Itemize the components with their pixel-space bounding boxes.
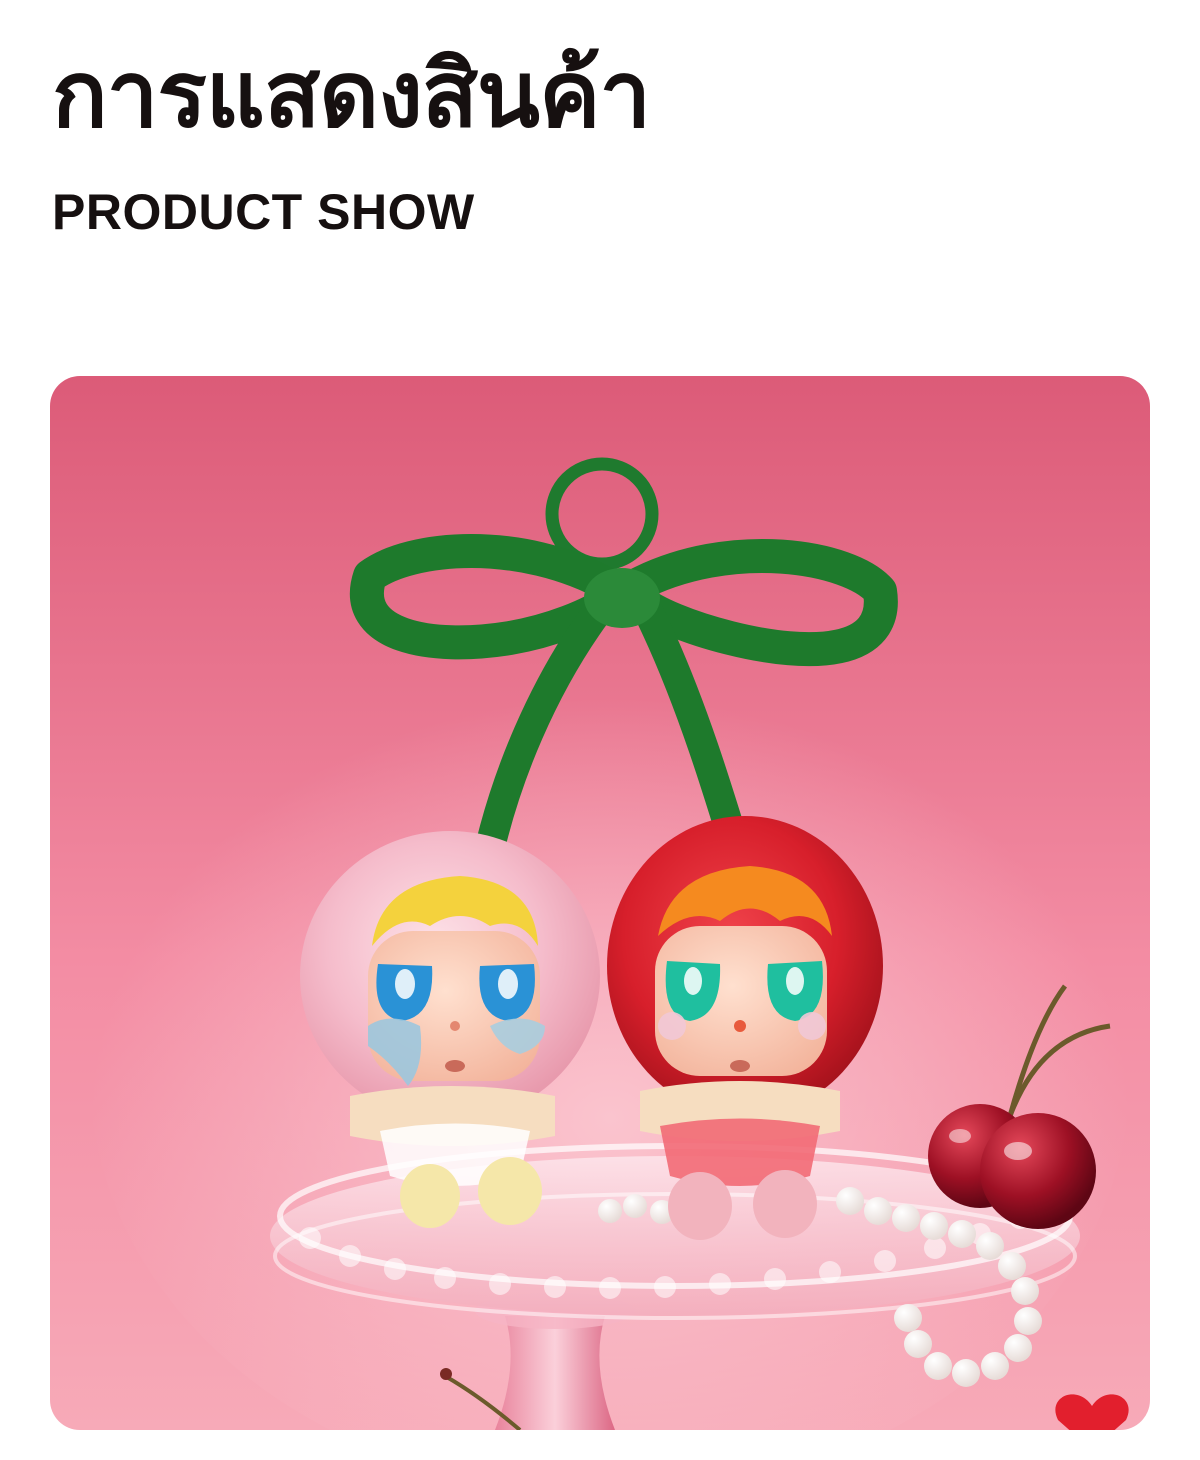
page-title: การแสดงสินค้า [52, 41, 651, 148]
product-illustration [50, 376, 1150, 1430]
product-photo [50, 376, 1150, 1430]
page-subtitle: PRODUCT SHOW [52, 184, 475, 240]
